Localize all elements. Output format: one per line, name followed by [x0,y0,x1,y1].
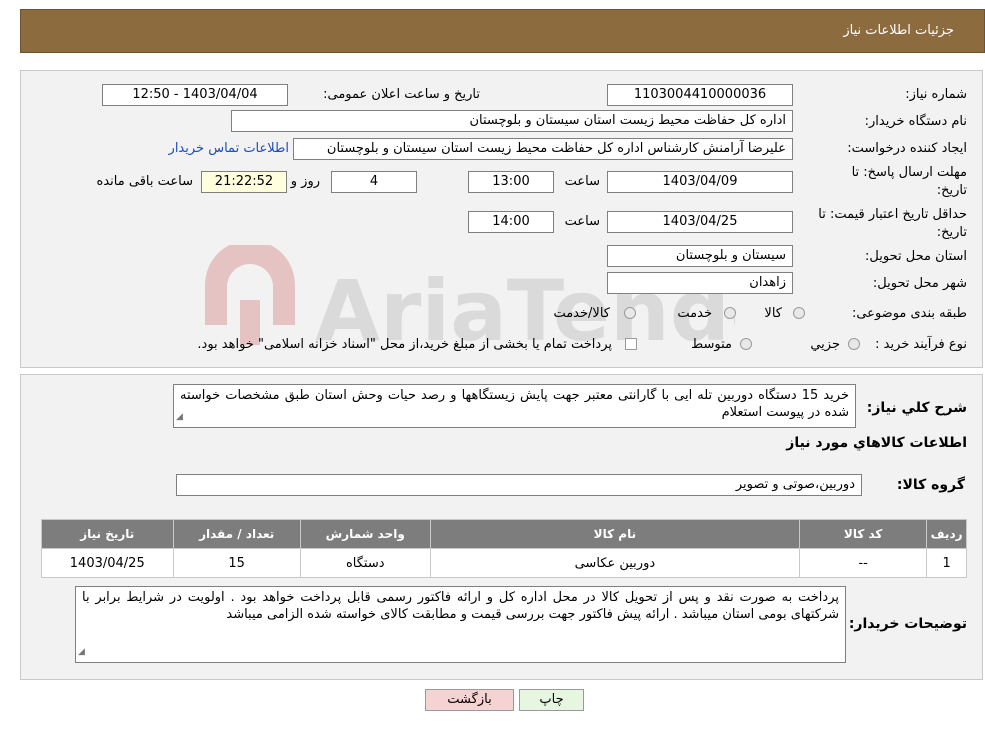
deadline-date-field: 1403/04/09 [607,171,793,193]
treasury-checkbox[interactable] [625,338,637,350]
goods-group-label: گروه کالا: [896,477,965,493]
page-title: جزئیات اطلاعات نیاز [843,23,954,38]
city-field: زاهدان [607,272,793,294]
deadline-time-field: 13:00 [468,171,554,193]
description-text: خرید 15 دستگاه دوربین تله ایی با گارانتی… [180,388,849,420]
process-medium-radio[interactable] [740,338,752,350]
col-unit: واحد شمارش [299,519,431,549]
description-textarea[interactable]: خرید 15 دستگاه دوربین تله ایی با گارانتی… [173,384,856,428]
need-number-label: شماره نیاز: [905,87,967,102]
col-quantity: تعداد / مقدار [172,519,301,549]
contact-info-link[interactable]: اطلاعات تماس خریدار [169,141,289,156]
buyer-notes-label: توضیحات خریدار: [848,616,967,632]
requester-field: علیرضا آرامنش کارشناس اداره کل حفاظت محی… [293,138,793,160]
category-service-radio[interactable] [724,307,736,319]
cell-item-code: -- [799,548,928,578]
category-goods-service-label: کالا/خدمت [553,306,610,321]
buyer-notes-textarea[interactable]: پرداخت به صورت نقد و پس از تحویل کالا در… [75,586,846,663]
validity-date-field: 1403/04/25 [607,211,793,233]
goods-table-header: ردیف کد کالا نام کالا واحد شمارش تعداد /… [41,519,967,549]
col-row-number: ردیف [926,519,967,549]
goods-group-field: دوربین،صوتی و تصویر [176,474,862,496]
table-row: 1 -- دوربین عکاسی دستگاه 15 1403/04/25 [41,548,967,578]
province-field: سیستان و بلوچستان [607,245,793,267]
days-field: 4 [331,171,417,193]
goods-table: ردیف کد کالا نام کالا واحد شمارش تعداد /… [41,519,967,578]
validity-label-2: تاریخ: [936,225,967,240]
page-header: جزئیات اطلاعات نیاز [20,9,985,53]
cell-item-name: دوربین عکاسی [429,548,801,578]
deadline-label-1: مهلت ارسال پاسخ: تا [851,165,967,180]
col-need-date: تاریخ نیاز [41,519,174,549]
remaining-time-field: 21:22:52 [201,171,287,193]
announce-field: 1403/04/04 - 12:50 [102,84,288,106]
goods-section-title: اطلاعات کالاهاي مورد نیاز [786,435,967,451]
validity-time-field: 14:00 [468,211,554,233]
city-label: شهر محل تحویل: [872,276,967,291]
description-label: شرح کلي نیاز: [866,400,967,416]
cell-unit: دستگاه [299,548,431,578]
remaining-label: ساعت باقی مانده [96,174,193,189]
cell-row-number: 1 [926,548,967,578]
buyer-org-field: اداره کل حفاظت محیط زیست استان سیستان و … [231,110,793,132]
province-label: استان محل تحویل: [865,249,967,264]
back-button[interactable]: بازگشت [425,689,514,711]
process-medium-label: متوسط [691,337,732,352]
print-button[interactable]: چاپ [519,689,584,711]
announce-label: تاریخ و ساعت اعلان عمومی: [323,87,480,102]
validity-label-1: حداقل تاریخ اعتبار قیمت: تا [818,207,967,222]
validity-time-label: ساعت [564,214,600,229]
category-goods-label: کالا [764,306,782,321]
cell-quantity: 15 [172,548,301,578]
col-item-name: نام کالا [429,519,801,549]
col-item-code: کد کالا [799,519,928,549]
category-goods-radio[interactable] [793,307,805,319]
category-label: طبقه بندی موضوعی: [851,306,967,321]
payment-note: پرداخت تمام یا بخشی از مبلغ خرید،از محل … [197,337,612,352]
cell-need-date: 1403/04/25 [41,548,174,578]
buyer-org-label: نام دستگاه خریدار: [864,114,967,129]
deadline-time-label: ساعت [564,174,600,189]
days-label: روز و [290,174,320,189]
process-label: نوع فرآیند خرید : [875,337,967,352]
buyer-notes-text: پرداخت به صورت نقد و پس از تحویل کالا در… [82,590,839,622]
category-goods-service-radio[interactable] [624,307,636,319]
resize-grip-icon[interactable]: ◢ [176,409,183,426]
process-minor-label: جزیي [810,337,840,352]
need-number-field: 1103004410000036 [607,84,793,106]
category-service-label: خدمت [677,306,712,321]
deadline-label-2: تاریخ: [936,183,967,198]
resize-grip-icon[interactable]: ◢ [78,644,85,661]
process-minor-radio[interactable] [848,338,860,350]
requester-label: ایجاد کننده درخواست: [847,141,967,156]
